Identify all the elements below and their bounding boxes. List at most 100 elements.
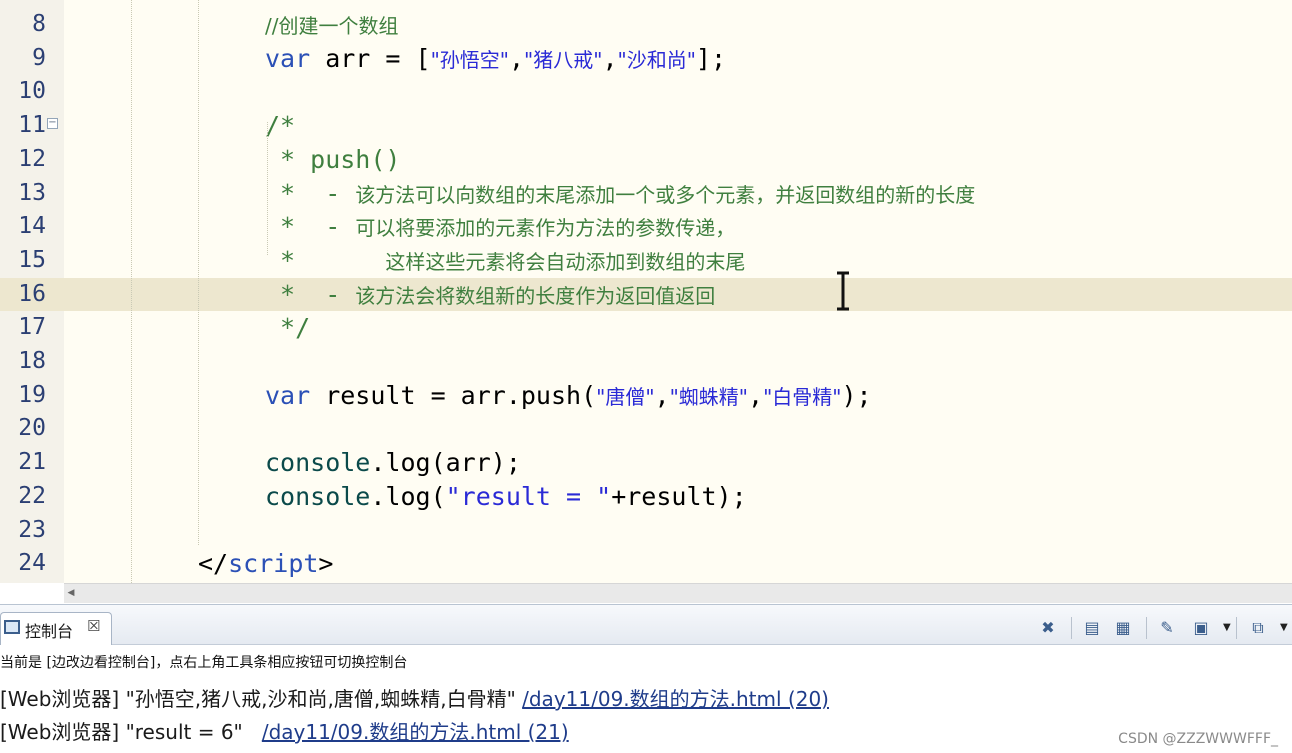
indent-guide	[131, 0, 132, 583]
scroll-left-arrow-icon[interactable]: ◀	[64, 584, 78, 603]
code-token: .log(arr);	[370, 448, 521, 478]
chevron-down-icon[interactable]: ▼	[1223, 618, 1233, 638]
code-token: */	[265, 313, 311, 343]
code-text: /*	[265, 109, 295, 143]
code-token: +result);	[611, 481, 747, 511]
code-token: "白骨精"	[763, 384, 842, 409]
console-view: 控制台 ☒ ✖ ▤ ▦ ✎ ▣ ⧉ ▼ ▼ 当前是 [边改边看控制台]，点右上角工具条相应按钮…	[0, 604, 1292, 753]
code-token: </	[198, 549, 229, 579]
line-number: 9	[32, 44, 46, 71]
console-icon	[4, 620, 20, 634]
code-text: //创建一个数组	[265, 8, 398, 44]
toolbar-separator	[1146, 617, 1147, 639]
code-text: */	[265, 311, 310, 345]
console-tab-label: 控制台	[25, 622, 74, 641]
chevron-down-icon[interactable]: ▼	[1280, 618, 1290, 638]
pin-console-icon[interactable]: ✎	[1157, 618, 1177, 638]
toolbar-separator	[1236, 617, 1237, 639]
code-token: result = arr.push(	[310, 380, 597, 410]
code-line[interactable]: 16 * - 该方法会将数组新的长度作为返回值返回	[0, 277, 1292, 312]
console-output-line: [Web浏览器] "result = 6" /day11/09.数组的方法.ht…	[0, 716, 569, 747]
code-line[interactable]: 11− /*	[0, 109, 1292, 143]
line-number: 14	[18, 213, 46, 240]
code-token: * push()	[265, 144, 401, 174]
code-text: console.log("result = "+result);	[265, 480, 747, 514]
code-token: * -	[265, 212, 356, 242]
console-status-text: 当前是 [边改边看控制台]，点右上角工具条相应按钮可切换控制台	[0, 655, 408, 671]
code-text: </script>	[198, 547, 333, 581]
code-token: ,	[508, 43, 525, 73]
code-line[interactable]: 12 * push()	[0, 143, 1292, 177]
line-number: 8	[32, 11, 46, 37]
code-token: "唐僧"	[596, 384, 655, 409]
code-text: * 这样这些元素将会自动添加到数组的末尾	[265, 244, 745, 280]
code-token: arr = [	[310, 43, 431, 73]
line-number: 13	[18, 179, 46, 206]
code-line[interactable]: 14 * - 可以将要添加的元素作为方法的参数传递，	[0, 210, 1292, 244]
source-link[interactable]: /day11/09.数组的方法.html (21)	[262, 720, 569, 744]
indent-guide	[267, 122, 268, 255]
code-line[interactable]: 8 //创建一个数组	[0, 8, 1292, 42]
code-token: 该方法会将数组新的长度作为返回值返回	[355, 283, 716, 308]
code-token: ,	[654, 380, 670, 410]
line-number: 11	[18, 112, 46, 139]
tab-console[interactable]: 控制台 ☒	[0, 612, 112, 645]
line-number: 16	[18, 280, 46, 307]
line-number: 19	[18, 381, 46, 408]
code-editor[interactable]: 8 //创建一个数组 9 var arr = ["孙悟空","猪八戒","沙和尚"];…	[0, 0, 1292, 583]
toolbar-separator	[1071, 617, 1072, 639]
line-number: 24	[18, 550, 46, 577]
code-text: * - 该方法可以向数组的末尾添加一个或多个元素，并返回数组的新的长度	[265, 177, 975, 213]
code-text: * - 可以将要添加的元素作为方法的参数传递，	[265, 210, 735, 246]
code-token: );	[841, 380, 872, 410]
code-line[interactable]: 17 */	[0, 311, 1292, 345]
display-console-icon[interactable]: ▣	[1191, 618, 1211, 638]
code-line[interactable]: 18	[0, 345, 1292, 379]
line-number: 12	[18, 145, 46, 172]
code-line[interactable]: 9 var arr = ["孙悟空","猪八戒","沙和尚"];	[0, 42, 1292, 76]
remove-launch-icon[interactable]: ▤	[1082, 618, 1102, 638]
code-text: var result = arr.push("唐僧","蜘蛛精","白骨精");	[265, 379, 872, 415]
close-icon[interactable]: ☒	[87, 617, 100, 635]
fold-toggle-icon[interactable]: −	[47, 118, 58, 130]
scroll-lock-icon[interactable]: ▦	[1113, 618, 1133, 638]
code-token: script	[228, 549, 319, 579]
code-line[interactable]: 13 * - 该方法可以向数组的末尾添加一个或多个元素，并返回数组的新的长度	[0, 177, 1292, 211]
console-output-line: [Web浏览器] "孙悟空,猪八戒,沙和尚,唐僧,蜘蛛精,白骨精" /day11…	[0, 683, 829, 714]
code-line[interactable]: 20	[0, 412, 1292, 446]
code-token: var	[265, 43, 311, 73]
code-token: ];	[695, 43, 727, 73]
code-token: console	[265, 448, 371, 478]
code-text: console.log(arr);	[265, 446, 521, 480]
line-number: 10	[18, 78, 46, 105]
code-line[interactable]: 23	[0, 514, 1292, 548]
line-number: 17	[18, 314, 46, 341]
code-line[interactable]: 10	[0, 75, 1292, 109]
output-source: [Web浏览器]	[0, 687, 126, 711]
code-token: 该方法可以向数组的末尾添加一个或多个元素，并返回数组的新的长度	[355, 182, 976, 207]
code-token: var	[265, 380, 311, 410]
clear-console-icon[interactable]: ✖	[1038, 618, 1058, 638]
source-link[interactable]: /day11/09.数组的方法.html (20)	[522, 687, 829, 711]
code-line[interactable]: 19 var result = arr.push("唐僧","蜘蛛精","白骨精"…	[0, 379, 1292, 413]
open-console-icon[interactable]: ⧉	[1248, 618, 1268, 638]
line-number: 23	[18, 516, 46, 543]
watermark: CSDN @ZZZWWWFFF_	[1118, 731, 1278, 747]
code-token: * -	[265, 178, 356, 208]
output-message: "孙悟空,猪八戒,沙和尚,唐僧,蜘蛛精,白骨精"	[125, 687, 523, 711]
code-token: "孙悟空"	[430, 47, 509, 72]
code-line[interactable]: 24 </script>	[0, 547, 1292, 581]
code-line[interactable]: 15 * 这样这些元素将会自动添加到数组的末尾	[0, 244, 1292, 278]
code-token: "猪八戒"	[524, 47, 603, 72]
indent-guide	[198, 0, 199, 545]
code-token: 可以将要添加的元素作为方法的参数传递，	[355, 216, 736, 241]
horizontal-scrollbar[interactable]: ◀	[64, 583, 1292, 603]
code-text: * push()	[265, 143, 400, 177]
code-token: console	[265, 481, 371, 511]
code-token: 这样这些元素将会自动添加到数组的末尾	[385, 249, 746, 274]
code-line[interactable]: 21 console.log(arr);	[0, 446, 1292, 480]
code-line[interactable]: 22 console.log("result = "+result);	[0, 480, 1292, 514]
code-token: >	[318, 549, 334, 579]
code-text: var arr = ["孙悟空","猪八戒","沙和尚"];	[265, 42, 726, 78]
text-cursor-icon	[837, 271, 849, 311]
